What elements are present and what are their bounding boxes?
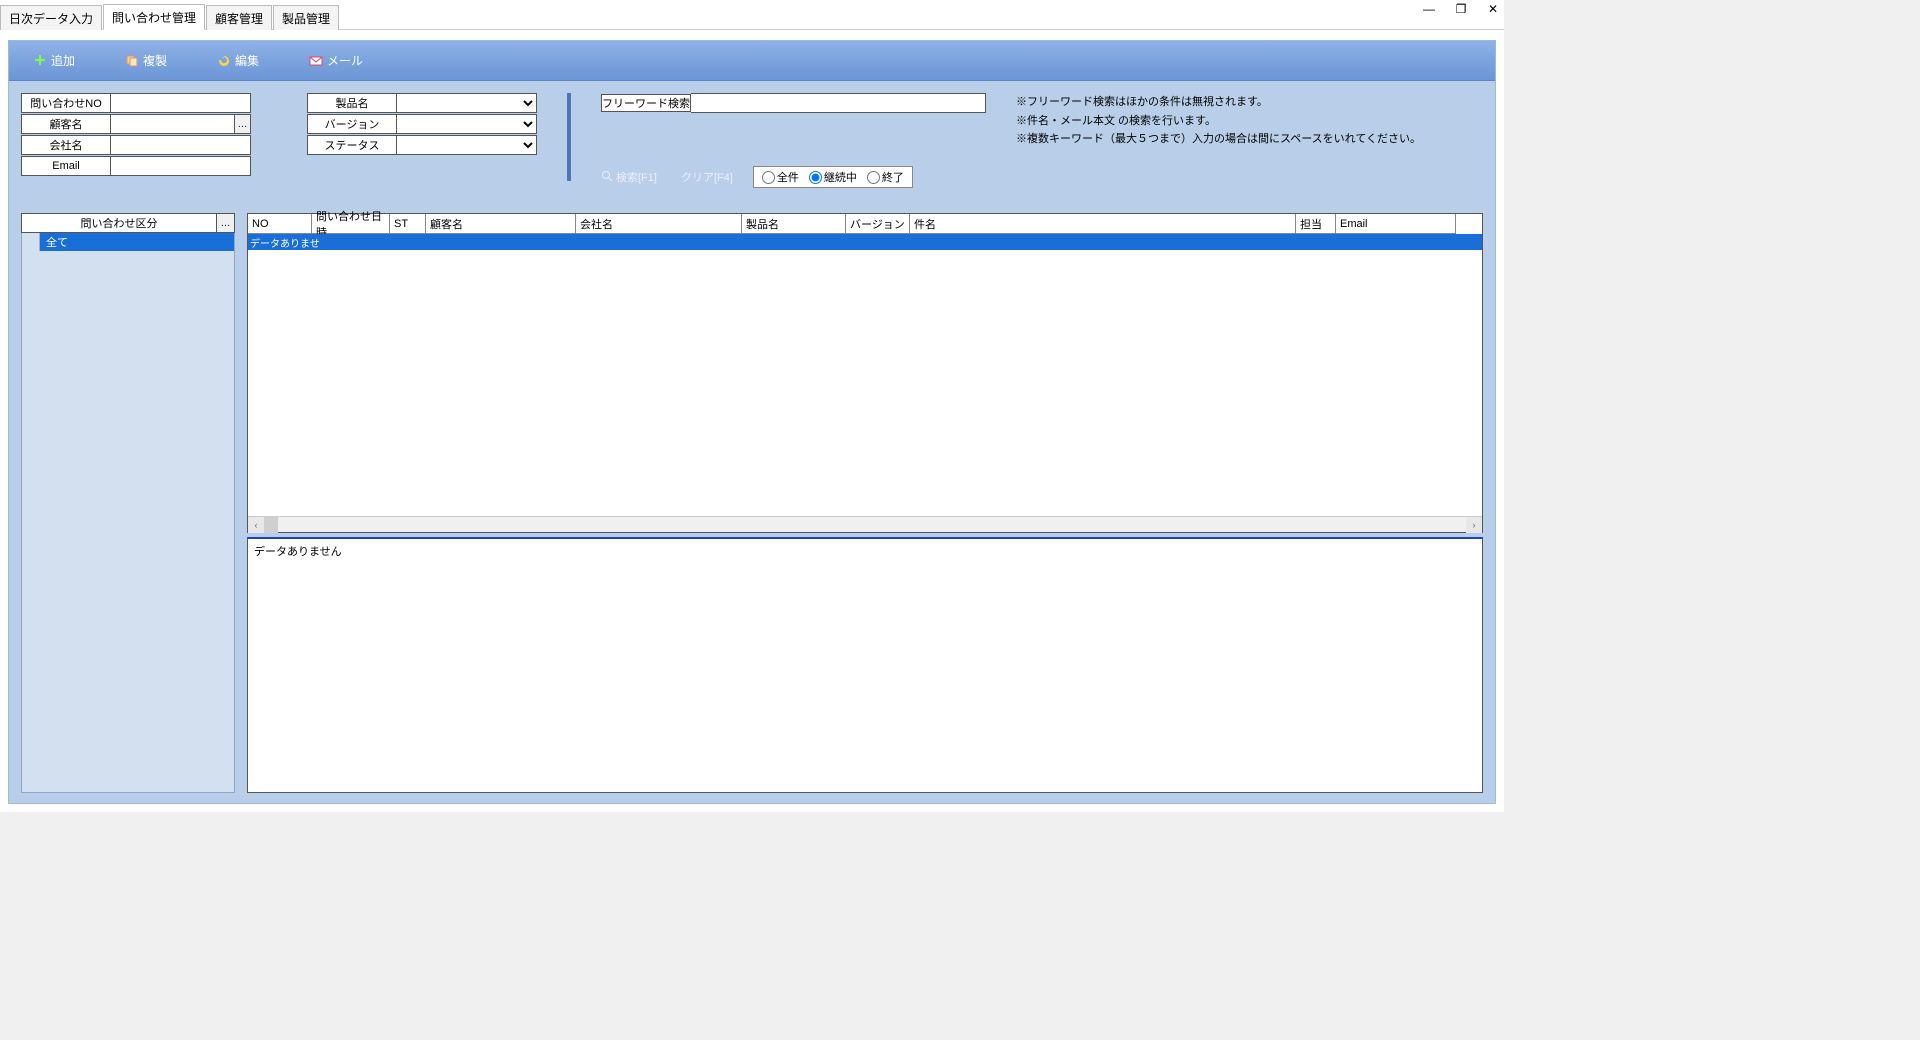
email-input[interactable]: [111, 156, 251, 176]
radio-all-label: 全件: [777, 169, 799, 185]
search-link-label: 検索[F1]: [616, 169, 657, 185]
tab-customer-mgmt[interactable]: 顧客管理: [206, 5, 272, 30]
row-indicator: [22, 233, 40, 251]
customer-lookup-button[interactable]: …: [235, 114, 251, 134]
note-line-3: ※複数キーワード（最大５つまで）入力の場合は間にスペースをいれてください。: [1016, 130, 1421, 149]
tab-inquiry-mgmt[interactable]: 問い合わせ管理: [103, 4, 205, 30]
radio-all[interactable]: 全件: [762, 169, 799, 185]
grid-header-cell[interactable]: 製品名: [742, 214, 846, 234]
grid-header-cell[interactable]: Email: [1336, 214, 1456, 234]
grid-header-cell[interactable]: 問い合わせ日時: [312, 214, 390, 234]
window-maximize-button[interactable]: ❐: [1454, 2, 1468, 16]
mail-button-label: メール: [327, 52, 363, 69]
tab-daily-input[interactable]: 日次データ入力: [0, 5, 102, 30]
status-radio-group: 全件 継続中 終了: [753, 166, 913, 188]
product-select[interactable]: [397, 93, 537, 113]
version-select[interactable]: [397, 114, 537, 134]
mail-button[interactable]: メール: [309, 52, 363, 69]
inquiry-no-label: 問い合わせNO: [21, 93, 111, 113]
radio-ongoing-label: 継続中: [824, 169, 857, 185]
refresh-icon: [217, 54, 231, 68]
category-item-label: 全て: [40, 233, 234, 251]
edit-button[interactable]: 編集: [217, 52, 259, 69]
window-close-button[interactable]: ✕: [1486, 2, 1500, 16]
email-label: Email: [21, 156, 111, 176]
window-minimize-button[interactable]: —: [1422, 2, 1436, 16]
detail-empty-text: データありません: [254, 546, 342, 558]
grid-header-cell[interactable]: NO: [248, 214, 312, 234]
grid-horizontal-scrollbar[interactable]: ‹ ›: [248, 516, 1482, 532]
category-lookup-button[interactable]: …: [217, 213, 235, 233]
add-button[interactable]: 追加: [33, 52, 75, 69]
freeword-input[interactable]: [691, 93, 986, 113]
customer-input[interactable]: [111, 114, 235, 134]
grid-header-cell[interactable]: バージョン: [846, 214, 910, 234]
inquiry-grid: NO問い合わせ日時ST顧客名会社名製品名バージョン件名担当Email データあり…: [247, 213, 1483, 533]
grid-header-row: NO問い合わせ日時ST顧客名会社名製品名バージョン件名担当Email: [248, 214, 1482, 234]
add-button-label: 追加: [51, 52, 75, 69]
grid-header-cell[interactable]: 会社名: [576, 214, 742, 234]
grid-body: データありませ: [248, 234, 1482, 516]
note-line-1: ※フリーワード検索はほかの条件は無視されます。: [1016, 93, 1421, 112]
category-list: 全て: [21, 233, 235, 793]
category-item-all[interactable]: 全て: [22, 233, 234, 251]
search-icon: [601, 170, 613, 185]
company-input[interactable]: [111, 135, 251, 155]
action-toolbar: 追加 複製 編集 メール: [9, 41, 1495, 81]
company-label: 会社名: [21, 135, 111, 155]
status-label: ステータス: [307, 135, 397, 155]
freeword-notes: ※フリーワード検索はほかの条件は無視されます。 ※件名・メール本文 の検索を行い…: [1016, 93, 1421, 149]
clear-link[interactable]: クリア[F4]: [681, 169, 733, 185]
note-line-2: ※件名・メール本文 の検索を行います。: [1016, 112, 1421, 131]
copy-button[interactable]: 複製: [125, 52, 167, 69]
filter-mid-column: 製品名 バージョン ステータス: [307, 93, 537, 155]
category-panel: 問い合わせ区分 … 全て: [21, 213, 235, 793]
filter-freeword-column: フリーワード検索 検索[F1] クリア[F4]: [601, 93, 986, 188]
copy-icon: [125, 54, 139, 68]
mail-icon: [309, 54, 323, 68]
radio-ongoing[interactable]: 継続中: [809, 169, 857, 185]
grid-header-cell[interactable]: 担当: [1296, 214, 1336, 234]
scroll-thumb[interactable]: [264, 517, 278, 533]
clear-link-label: クリア[F4]: [681, 169, 733, 185]
grid-header-cell[interactable]: 件名: [910, 214, 1296, 234]
main-tabs: 日次データ入力 問い合わせ管理 顧客管理 製品管理: [0, 8, 1504, 30]
inquiry-no-input[interactable]: [111, 93, 251, 113]
copy-button-label: 複製: [143, 52, 167, 69]
grid-header-cell[interactable]: ST: [390, 214, 426, 234]
detail-panel: データありません: [247, 537, 1483, 793]
category-header: 問い合わせ区分: [21, 213, 217, 233]
scroll-right-button[interactable]: ›: [1466, 517, 1482, 533]
customer-label: 顧客名: [21, 114, 111, 134]
version-label: バージョン: [307, 114, 397, 134]
edit-button-label: 編集: [235, 52, 259, 69]
plus-icon: [33, 54, 47, 68]
filter-divider: [567, 93, 571, 181]
scroll-left-button[interactable]: ‹: [248, 517, 264, 533]
tab-product-mgmt[interactable]: 製品管理: [273, 5, 339, 30]
radio-done[interactable]: 終了: [867, 169, 904, 185]
freeword-label: フリーワード検索: [601, 94, 691, 112]
radio-done-label: 終了: [882, 169, 904, 185]
grid-header-cell[interactable]: 顧客名: [426, 214, 576, 234]
status-select[interactable]: [397, 135, 537, 155]
filter-left-column: 問い合わせNO 顧客名 … 会社名 Email: [21, 93, 251, 176]
grid-empty-row[interactable]: データありませ: [248, 234, 1482, 250]
product-label: 製品名: [307, 93, 397, 113]
search-link[interactable]: 検索[F1]: [601, 169, 657, 185]
